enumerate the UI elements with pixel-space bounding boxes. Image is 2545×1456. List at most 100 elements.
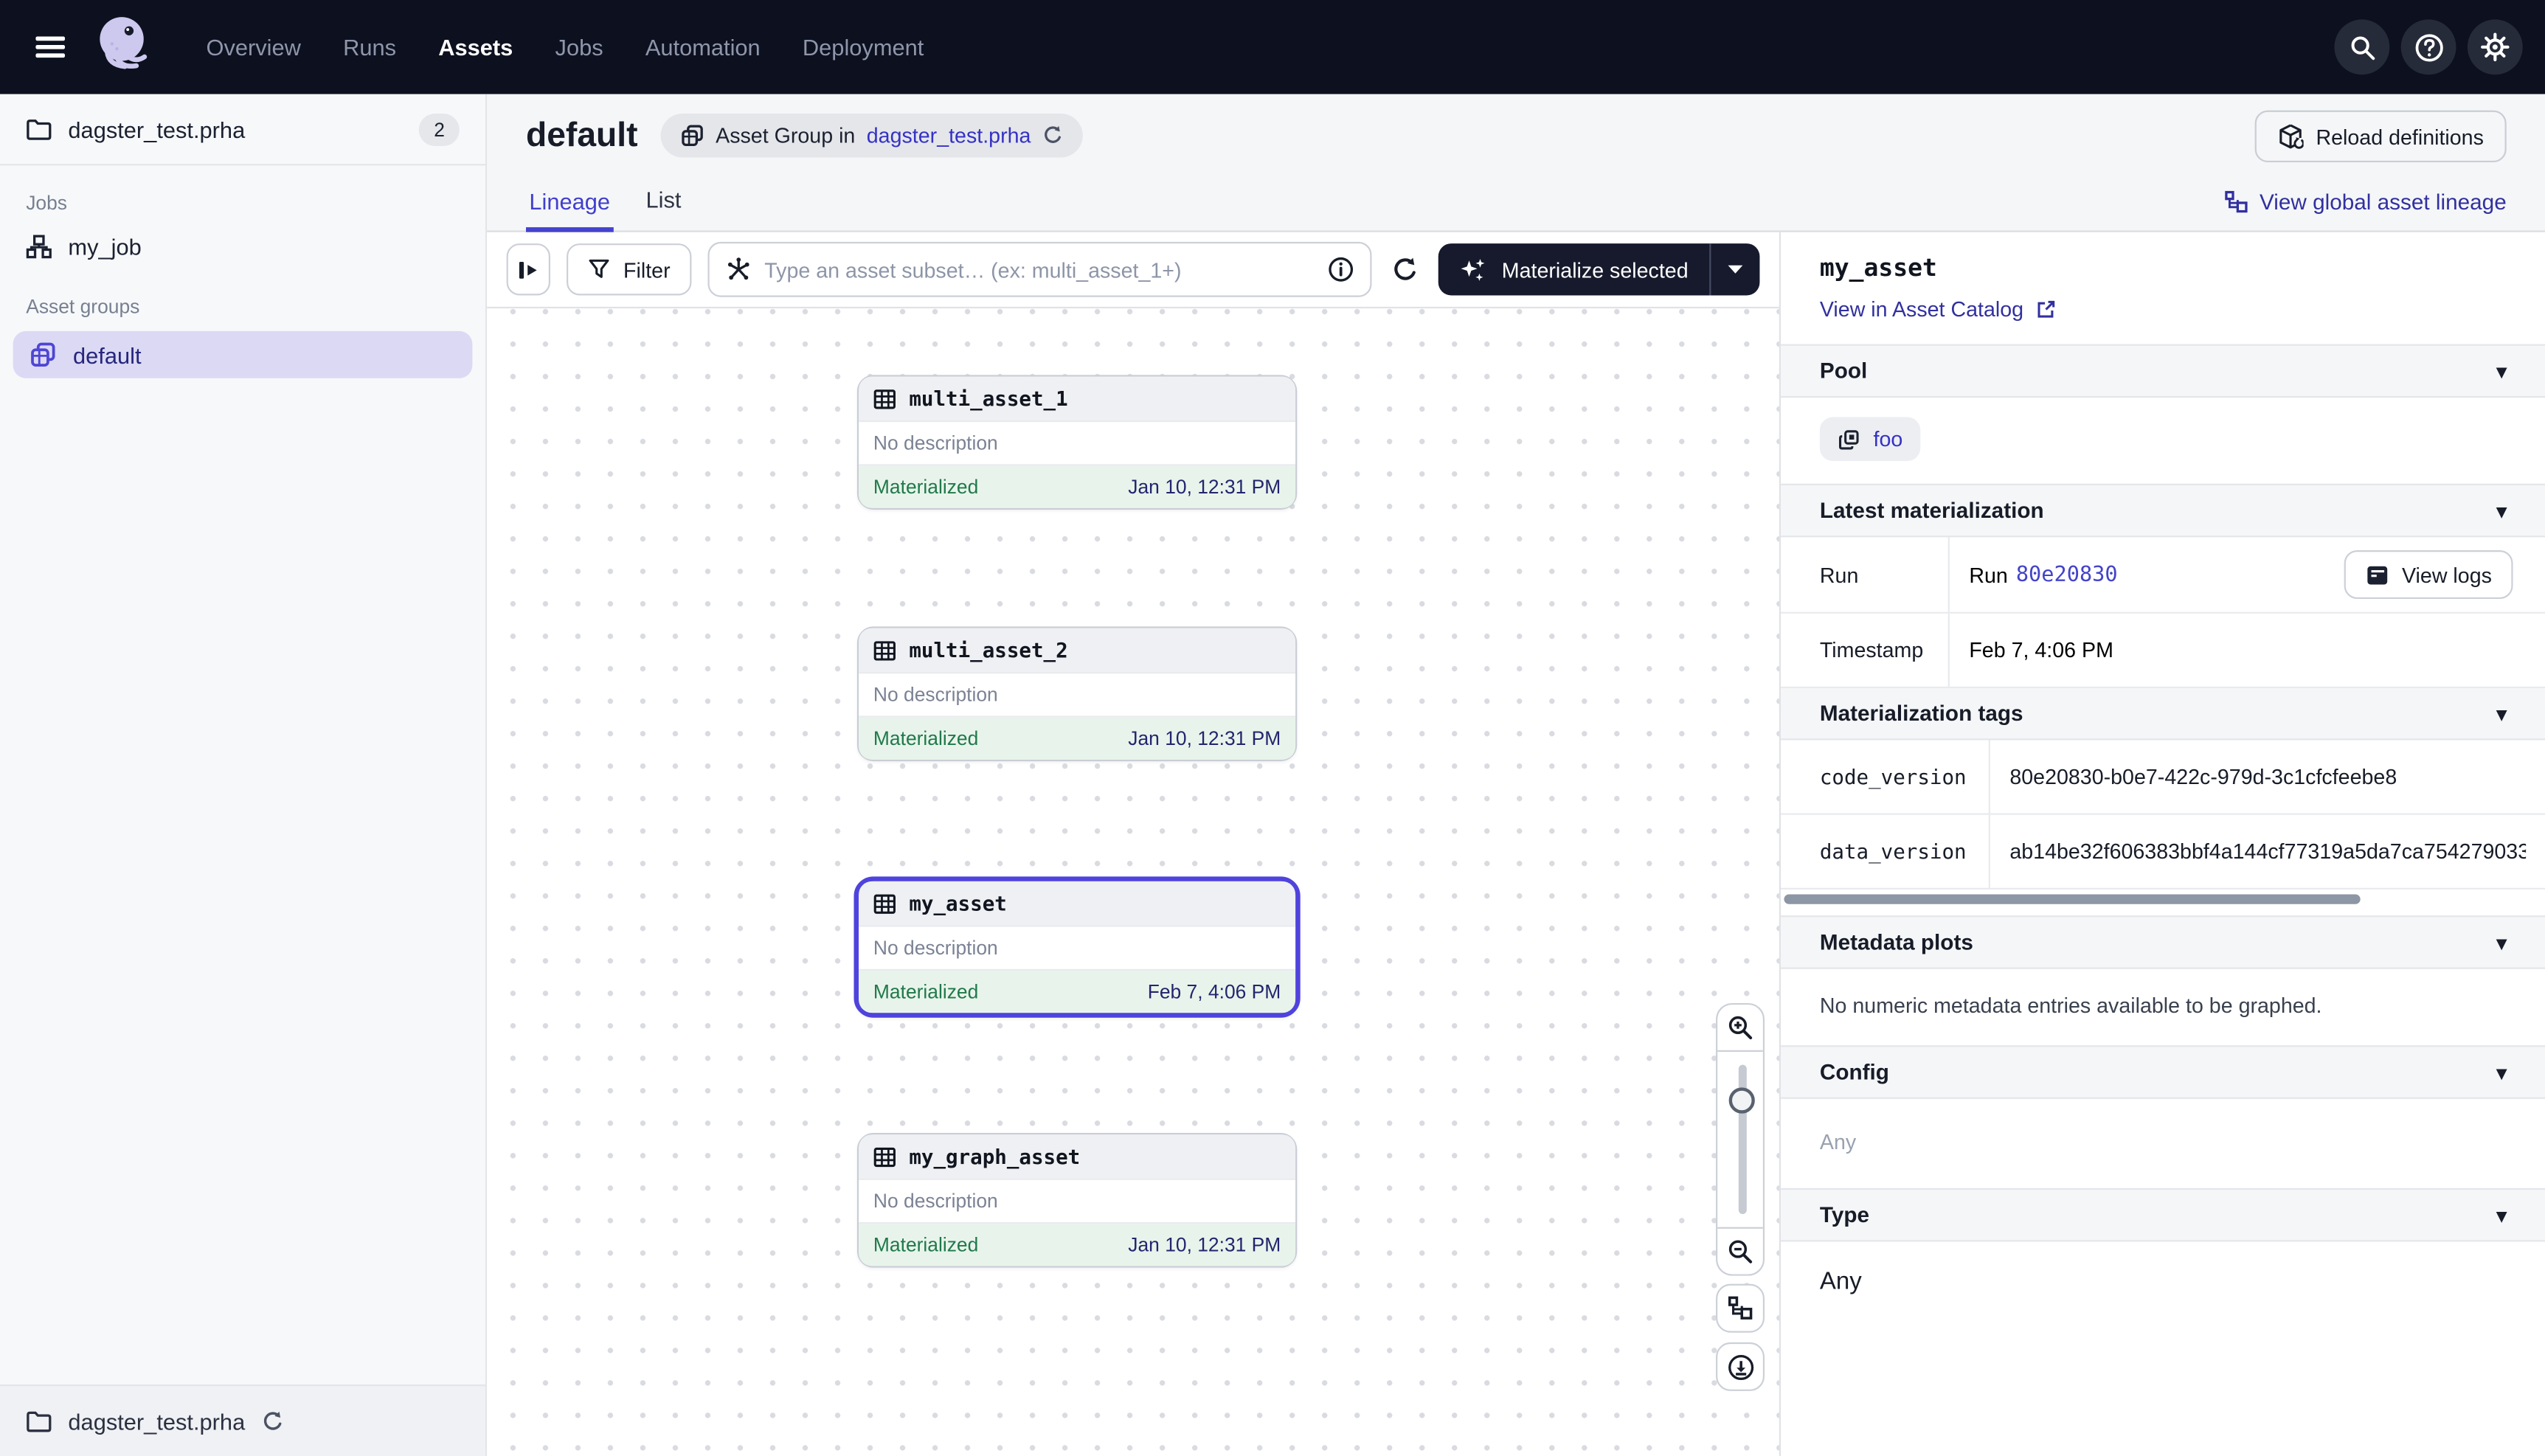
zoom-slider[interactable] [1717,1050,1763,1229]
reload-definitions-label: Reload definitions [2316,124,2483,148]
section-pool[interactable]: Pool ▾ [1781,344,2545,398]
sidebar-item-my-job[interactable]: my_job [0,224,485,270]
config-value: Any [1781,1099,2545,1188]
view-logs-button[interactable]: View logs [2344,550,2513,599]
settings-button[interactable] [2468,19,2523,74]
asset-node-my-asset-selected[interactable]: my_asset No description Materialized Feb… [854,876,1301,1017]
info-icon[interactable] [1328,257,1354,282]
nav-overview[interactable]: Overview [188,21,319,73]
section-materialization-tags[interactable]: Materialization tags ▾ [1781,688,2545,740]
download-image-button[interactable] [1716,1342,1765,1391]
search-button[interactable] [2334,19,2389,74]
asset-group-context-pill: Asset Group in dagster_test.prha [660,114,1083,157]
asset-node-description: No description [859,420,1295,466]
asset-node-my-graph-asset[interactable]: my_graph_asset No description Materializ… [857,1133,1297,1268]
panel-toggle-icon [516,257,541,282]
help-button[interactable] [2401,19,2456,74]
asset-details-panel: my_asset View in Asset Catalog Pool ▾ [1779,232,2545,1456]
chevron-down-icon: ▾ [2496,359,2506,382]
gear-icon [2481,32,2510,62]
tab-lineage[interactable]: Lineage [526,178,613,232]
view-logs-label: View logs [2402,563,2492,587]
horizontal-scrollbar-thumb[interactable] [1784,895,2360,904]
tab-list[interactable]: List [643,177,685,231]
chevron-down-icon: ▾ [2496,931,2506,954]
job-icon [26,234,52,260]
question-icon [2413,32,2444,63]
dagster-octopus-icon [88,10,159,84]
asset-node-timestamp: Jan 10, 12:31 PM [1128,1233,1281,1256]
asset-node-status: Materialized [873,476,978,499]
repo-header[interactable]: dagster_test.prha 2 [0,94,485,166]
nav-jobs[interactable]: Jobs [537,21,621,73]
section-config[interactable]: Config ▾ [1781,1045,2545,1099]
zoom-controls [1716,1003,1765,1276]
chevron-down-icon: ▾ [2496,702,2506,725]
relayout-graph-button[interactable] [1716,1284,1765,1333]
run-id-link[interactable]: 80e20830 [2016,563,2118,587]
view-in-asset-catalog-link[interactable]: View in Asset Catalog [1820,297,2056,322]
refresh-graph-button[interactable] [1388,252,1422,286]
zoom-in-button[interactable] [1717,1005,1763,1050]
tag-key: code_version [1781,740,1990,813]
refresh-icon[interactable] [261,1410,284,1432]
chevron-down-icon [1727,265,1743,274]
pool-tag-foo[interactable]: foo [1820,417,1921,461]
reload-cube-icon [2277,123,2303,149]
latest-materialization-label: Latest materialization [1820,499,2044,523]
filter-button[interactable]: Filter [567,243,691,295]
horizontal-scrollbar [1781,895,2545,906]
timestamp-row-label: Timestamp [1781,614,1950,687]
asset-node-multi-asset-2[interactable]: multi_asset_2 No description Materialize… [857,626,1297,761]
asset-node-description: No description [859,672,1295,718]
table-icon [873,892,896,915]
lineage-graph-icon [2224,190,2248,214]
collapse-panel-button[interactable] [507,243,550,295]
timestamp-value: Feb 7, 4:06 PM [1969,638,2113,662]
global-lineage-label: View global asset lineage [2260,190,2507,214]
folder-icon [26,118,52,141]
job-name: my_job [68,234,141,260]
asset-node-description: No description [859,1179,1295,1224]
lineage-canvas[interactable]: multi_asset_1 No description Materialize… [487,308,1779,1456]
nav-automation[interactable]: Automation [628,21,778,73]
materialization-tags-label: Materialization tags [1820,701,2023,726]
run-row: Run Run 80e20830 View logs [1781,537,2545,613]
section-type[interactable]: Type ▾ [1781,1188,2545,1242]
asset-node-title: my_graph_asset [909,1144,1080,1168]
pool-section-label: Pool [1820,358,1867,383]
tag-key: data_version [1781,815,1990,888]
asset-node-multi-asset-1[interactable]: multi_asset_1 No description Materialize… [857,375,1297,510]
sidebar-footer[interactable]: dagster_test.prha [0,1384,485,1456]
materialize-selected-button[interactable]: Materialize selected [1438,243,1759,295]
nav-assets[interactable]: Assets [420,21,530,73]
nav-runs[interactable]: Runs [325,21,414,73]
menu-icon[interactable] [23,19,78,74]
funnel-icon [588,258,611,281]
group-context-prefix: Asset Group in [716,123,855,148]
filter-label: Filter [623,257,671,282]
page-title: default [526,116,637,155]
zoom-slider-knob[interactable] [1729,1087,1755,1113]
refresh-icon[interactable] [1042,125,1064,146]
logs-icon [2364,563,2389,587]
nav-deployment[interactable]: Deployment [785,21,942,73]
section-latest-materialization[interactable]: Latest materialization ▾ [1781,484,2545,538]
group-context-repo-link[interactable]: dagster_test.prha [867,123,1031,148]
reload-definitions-button[interactable]: Reload definitions [2254,111,2507,162]
asset-groups-section-label: Asset groups [0,269,485,327]
sidebar-item-group-default[interactable]: default [13,331,473,378]
asset-node-title: multi_asset_2 [909,638,1067,662]
tag-value: 80e20830-b0e7-422c-979d-3c1cfcfeebe8 [2009,764,2397,788]
asset-subset-input[interactable] [764,257,1315,282]
lineage-graph-icon [1727,1295,1753,1321]
dagster-logo[interactable] [88,10,159,84]
asset-subset-search[interactable] [707,242,1372,297]
section-metadata-plots[interactable]: Metadata plots ▾ [1781,915,2545,969]
op-selector-icon [725,257,751,282]
asset-node-timestamp: Jan 10, 12:31 PM [1128,727,1281,750]
materialize-dropdown-caret[interactable] [1709,243,1759,295]
zoom-out-button[interactable] [1717,1229,1763,1275]
view-global-asset-lineage-link[interactable]: View global asset lineage [2224,190,2507,230]
config-label: Config [1820,1060,1889,1084]
